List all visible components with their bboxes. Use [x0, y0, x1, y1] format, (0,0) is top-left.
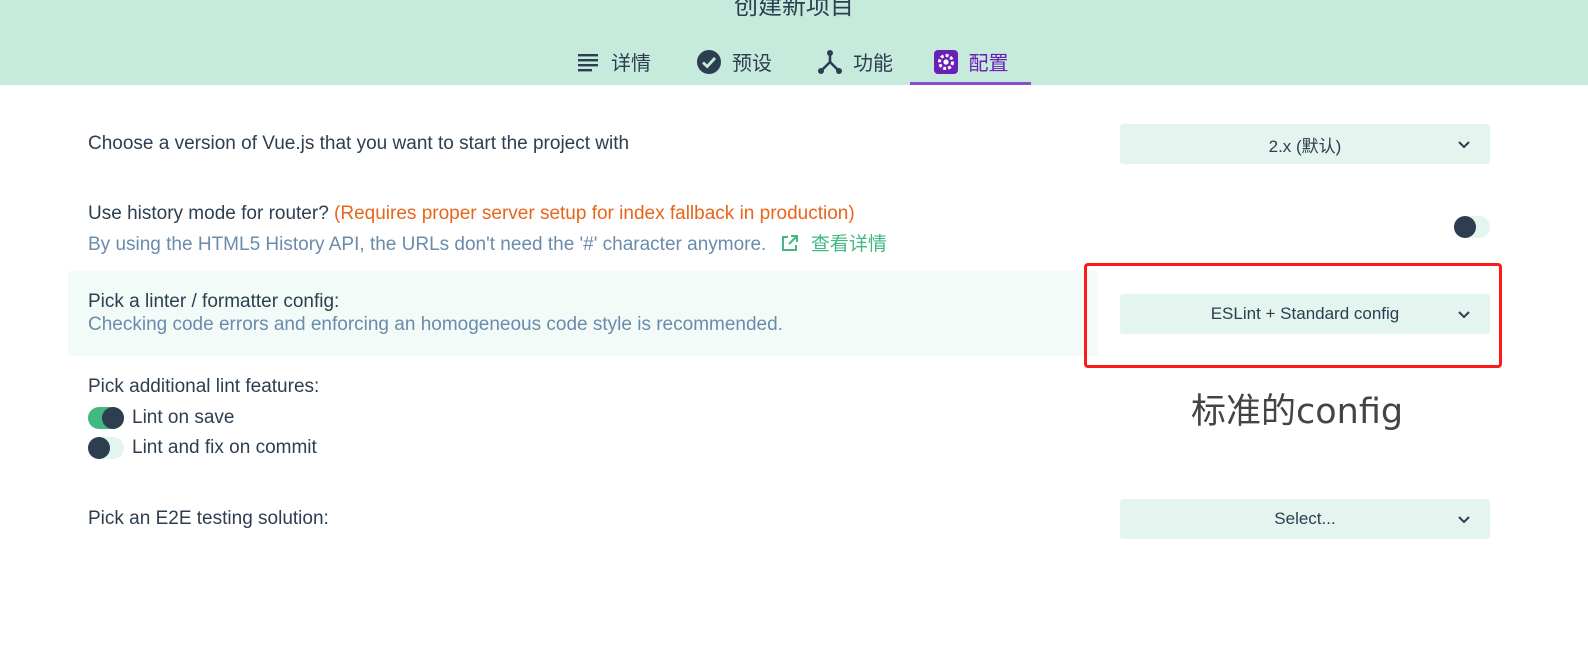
e2e-testing-label: Pick an E2E testing solution:	[88, 508, 329, 529]
tab-presets-label: 预设	[732, 51, 772, 75]
router-history-toggle[interactable]	[1454, 216, 1490, 238]
router-history-description-text: By using the HTML5 History API, the URLs…	[88, 234, 767, 255]
lint-on-save-toggle[interactable]	[88, 407, 124, 429]
vue-version-value: 2.x (默认)	[1268, 136, 1342, 156]
toggle-knob	[102, 407, 124, 429]
gear-icon	[933, 49, 958, 74]
tab-presets[interactable]: 预设	[688, 38, 780, 85]
external-link-icon	[781, 235, 798, 251]
e2e-testing-value: Select...	[1274, 509, 1336, 528]
tab-features-label: 功能	[853, 51, 893, 75]
lint-on-save-label: Lint on save	[132, 407, 235, 428]
router-history-description: By using the HTML5 History API, the URLs…	[88, 229, 887, 256]
chevron-down-icon	[1458, 141, 1470, 149]
toggle-knob	[1454, 216, 1476, 238]
router-history-label: Use history mode for router? (Requires p…	[88, 203, 855, 225]
router-history-warning: (Requires proper server setup for index …	[334, 203, 855, 224]
more-info-link[interactable]: 查看详情	[811, 234, 887, 255]
annotation-text: 标准的config	[1191, 392, 1404, 432]
vue-version-select[interactable]: 2.x (默认)	[1120, 124, 1490, 164]
tab-configuration-label: 配置	[968, 51, 1009, 75]
lint-fix-on-commit-toggle[interactable]	[88, 437, 124, 459]
tab-features[interactable]: 功能	[808, 38, 902, 85]
linter-config-description: Checking code errors and enforcing an ho…	[88, 314, 783, 335]
e2e-testing-select[interactable]: Select...	[1120, 499, 1490, 539]
annotation-highlight-box	[1084, 263, 1502, 368]
vue-version-label: Choose a version of Vue.js that you want…	[88, 133, 630, 154]
chevron-down-icon	[1458, 516, 1470, 524]
lint-fix-on-commit-label: Lint and fix on commit	[132, 437, 317, 458]
linter-config-label: Pick a linter / formatter config:	[88, 291, 340, 312]
list-icon	[578, 53, 598, 71]
router-history-question: Use history mode for router?	[88, 203, 329, 224]
tab-details[interactable]: 详情	[568, 38, 658, 85]
toggle-knob	[88, 437, 110, 459]
check-circle-icon	[697, 49, 721, 74]
header-bar: 创建新项目 详情 预设 功能 配置	[0, 0, 1588, 85]
page-title: 创建新项目	[734, 0, 854, 20]
tab-configuration[interactable]: 配置	[910, 38, 1031, 85]
tab-details-label: 详情	[611, 51, 651, 75]
fork-icon	[818, 49, 842, 74]
lint-features-label: Pick additional lint features:	[88, 376, 320, 397]
